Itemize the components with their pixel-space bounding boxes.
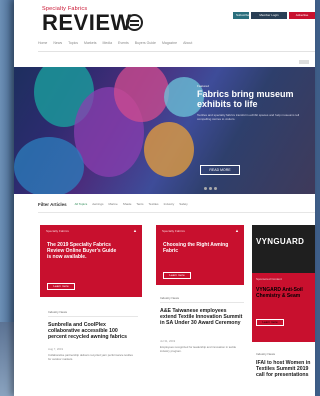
share-icon[interactable]: ▲ bbox=[133, 228, 137, 233]
filter-pill[interactable]: Textiles bbox=[149, 202, 159, 206]
article-title[interactable]: A&E Taiwanese employees extend Textile I… bbox=[160, 308, 244, 326]
nav-divider bbox=[38, 51, 315, 52]
filter-pill[interactable]: Tents bbox=[136, 202, 143, 206]
card-button[interactable]: Learn more bbox=[47, 283, 75, 290]
search-icon[interactable] bbox=[299, 60, 309, 64]
nav-item[interactable]: Events bbox=[118, 41, 129, 49]
nav-item[interactable]: News bbox=[53, 41, 62, 49]
filter-divider bbox=[38, 212, 315, 213]
main-nav: Home News Topics Markets Media Events Bu… bbox=[38, 41, 308, 49]
filter-pill[interactable]: Marine bbox=[109, 202, 118, 206]
section-label: Industry News bbox=[48, 310, 68, 314]
hero-banner[interactable]: Featured Fabrics bring museum exhibits t… bbox=[14, 67, 315, 194]
ad-sponsored-block[interactable]: Sponsored Content VYNGARD Anti-Soil Chem… bbox=[252, 273, 315, 342]
promo-card[interactable]: Specialty Fabrics ▲ Choosing the Right A… bbox=[156, 225, 244, 285]
filter-label: Filter Articles bbox=[38, 201, 67, 207]
section-rule bbox=[160, 302, 244, 303]
card-title[interactable]: The 2019 Specialty Fabrics Review Online… bbox=[47, 242, 117, 260]
filter-pill[interactable]: Safety bbox=[179, 202, 188, 206]
nav-item[interactable]: About bbox=[183, 41, 192, 49]
nav-item[interactable]: Markets bbox=[84, 41, 96, 49]
carousel-dot[interactable] bbox=[214, 187, 217, 190]
carousel-dot[interactable] bbox=[204, 187, 207, 190]
article-title[interactable]: Sunbrella and CoolPlex collaborative acc… bbox=[48, 322, 136, 340]
nav-item[interactable]: Magazine bbox=[162, 41, 177, 49]
hero-art-orange bbox=[144, 122, 194, 177]
hero-art-pink bbox=[114, 67, 169, 122]
advertise-button[interactable]: Advertise bbox=[289, 12, 315, 19]
ad-logo: VYNGUARD bbox=[256, 237, 305, 246]
article-excerpt: Collaborative partnership delivers recyc… bbox=[48, 353, 133, 361]
article-title[interactable]: IFAI to host Women in Textiles Summit 20… bbox=[256, 360, 314, 378]
filter-pill[interactable]: Awnings bbox=[92, 202, 103, 206]
article-excerpt: Employees recognized for leadership and … bbox=[160, 345, 237, 353]
hero-title[interactable]: Fabrics bring museum exhibits to life bbox=[197, 89, 307, 109]
filter-pill[interactable]: Shade bbox=[123, 202, 132, 206]
filter-pill[interactable]: All Topics bbox=[75, 202, 88, 206]
share-icon[interactable]: ▲ bbox=[235, 228, 239, 233]
article-date: Jul 31, 2019 bbox=[160, 339, 176, 343]
card-button[interactable]: Learn more bbox=[163, 272, 191, 279]
card-tag: Specialty Fabrics bbox=[46, 229, 69, 233]
section-label: Industry News bbox=[256, 352, 276, 356]
nav-item[interactable]: Topics bbox=[68, 41, 78, 49]
nav-item[interactable]: Buyers Guide bbox=[135, 41, 156, 49]
subscribe-button[interactable]: Subscribe bbox=[233, 12, 249, 19]
hero-description: Textiles and specialty fabrics transform… bbox=[197, 113, 300, 121]
carousel-dot[interactable] bbox=[209, 187, 212, 190]
site-brand[interactable]: Specialty Fabrics REVIEW bbox=[42, 6, 132, 34]
article-date: Aug 7, 2019 bbox=[48, 347, 64, 351]
article-filter-bar: Filter Articles All Topics Awnings Marin… bbox=[38, 199, 315, 209]
brand-logo-icon bbox=[126, 14, 143, 31]
advertisement[interactable]: VYNGUARD Sponsored Content VYNGARD Anti-… bbox=[252, 225, 315, 342]
hero-art-blue bbox=[14, 137, 84, 194]
promo-card[interactable]: Specialty Fabrics ▲ The 2019 Specialty F… bbox=[40, 225, 142, 297]
nav-item[interactable]: Home bbox=[38, 41, 47, 49]
brand-title: REVIEW bbox=[42, 10, 132, 35]
carousel-dots[interactable] bbox=[204, 187, 217, 190]
read-more-button[interactable]: READ MORE bbox=[200, 165, 240, 175]
ad-red-tag: Sponsored Content bbox=[256, 277, 282, 281]
webpage: Specialty Fabrics REVIEW Subscribe Membe… bbox=[14, 0, 315, 396]
nav-item[interactable]: Media bbox=[102, 41, 112, 49]
ad-red-title[interactable]: VYNGARD Anti-Soil Chemistry & Seam bbox=[256, 287, 311, 299]
section-rule bbox=[48, 316, 138, 317]
ad-red-button[interactable]: Learn more bbox=[256, 319, 284, 326]
section-label: Industry News bbox=[160, 296, 180, 300]
hero-label: Featured bbox=[197, 84, 210, 88]
filter-pill[interactable]: Industry bbox=[164, 202, 175, 206]
card-title[interactable]: Choosing the Right Awning Fabric bbox=[163, 242, 233, 254]
member-login-button[interactable]: Member Login bbox=[251, 12, 287, 19]
card-tag: Specialty Fabrics bbox=[162, 229, 185, 233]
